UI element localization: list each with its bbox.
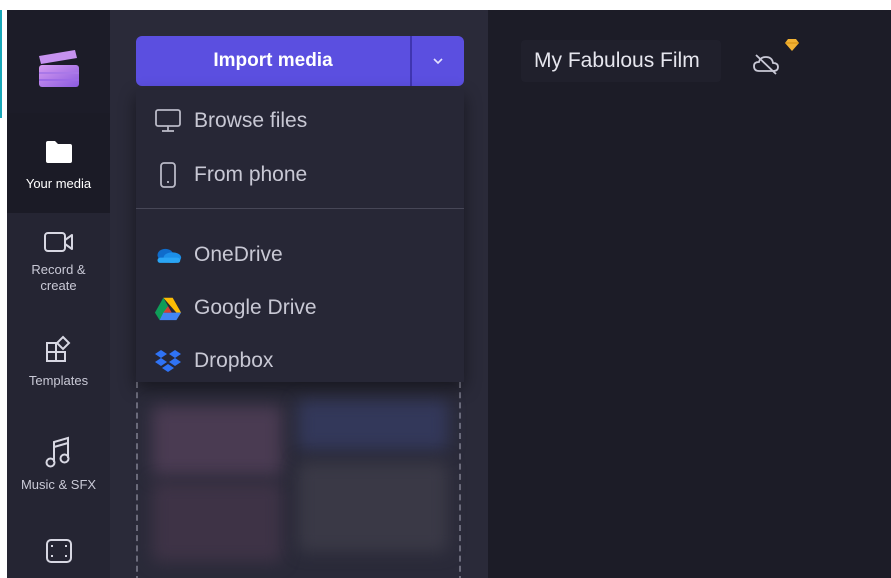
menu-item-label: Browse files [194, 109, 308, 132]
folder-icon [45, 141, 72, 163]
chevron-down-icon [433, 58, 443, 65]
music-note-icon [45, 436, 69, 468]
window-edge-accent [0, 10, 2, 118]
sidebar: Your media Record & create Templates Mus… [7, 10, 110, 578]
media-thumbnail[interactable] [298, 462, 448, 552]
google-drive-icon [154, 294, 182, 322]
menu-item-google-drive[interactable]: Google Drive [136, 283, 464, 333]
import-dropdown-menu: Browse files From phone OneDrive Google … [136, 90, 464, 382]
clipchamp-logo-icon [39, 50, 79, 87]
sidebar-item-label: Music & SFX [20, 477, 97, 492]
premium-diamond-icon [785, 39, 799, 51]
menu-item-dropbox[interactable]: Dropbox [136, 336, 464, 386]
onedrive-icon [154, 241, 182, 269]
menu-item-onedrive[interactable]: OneDrive [136, 230, 464, 280]
sidebar-item-label: Record & create [31, 262, 86, 293]
sidebar-item-your-media[interactable]: Your media [7, 113, 110, 213]
menu-item-label: Dropbox [194, 349, 274, 372]
dropbox-icon [154, 347, 182, 375]
sidebar-item-templates[interactable]: Templates [7, 332, 110, 402]
project-title[interactable]: My Fabulous Film [534, 49, 700, 73]
menu-item-from-phone[interactable]: From phone [136, 150, 464, 200]
menu-item-label: OneDrive [194, 243, 283, 266]
menu-item-label: Google Drive [194, 296, 317, 319]
camera-icon [43, 232, 73, 252]
menu-item-browse-files[interactable]: Browse files [136, 96, 464, 146]
monitor-icon [154, 107, 182, 135]
menu-item-label: From phone [194, 163, 308, 186]
menu-divider [136, 208, 464, 209]
import-media-button[interactable]: Import media [136, 36, 410, 86]
sidebar-item-music-sfx[interactable]: Music & SFX [7, 434, 110, 514]
sidebar-item-label: Templates [28, 373, 89, 388]
import-options-button[interactable] [412, 36, 464, 86]
sidebar-item-record-create[interactable]: Record & create [7, 224, 110, 314]
media-thumbnail[interactable] [152, 406, 282, 476]
media-thumbnail[interactable] [298, 400, 448, 450]
media-drop-zone[interactable] [136, 382, 461, 578]
sidebar-item-video[interactable] [7, 535, 110, 578]
cloud-off-icon[interactable] [751, 52, 781, 76]
sidebar-item-label: Your media [25, 176, 92, 191]
film-icon [45, 539, 72, 563]
templates-icon [45, 335, 70, 362]
media-thumbnail[interactable] [152, 482, 282, 562]
logo-container [7, 10, 110, 113]
phone-icon [154, 161, 182, 189]
app-window: Your media Record & create Templates Mus… [7, 10, 891, 578]
